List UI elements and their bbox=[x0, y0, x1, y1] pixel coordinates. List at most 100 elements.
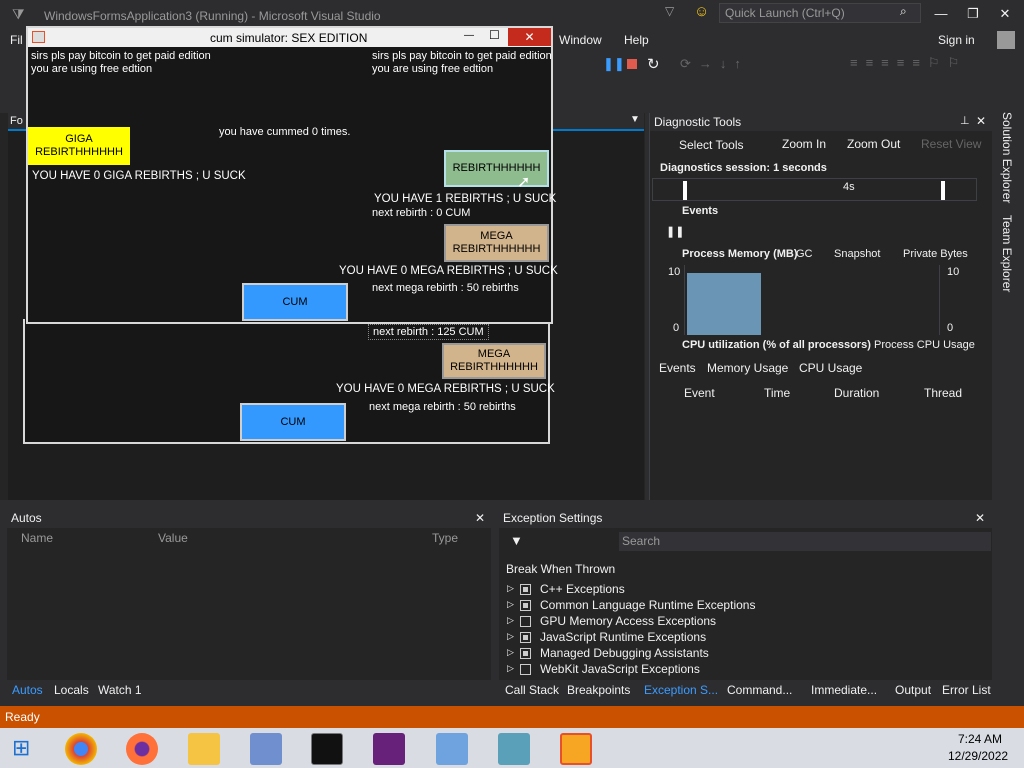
step-icons[interactable]: ⟳→↓↑ bbox=[680, 56, 749, 72]
exception-search-input[interactable]: Search bbox=[619, 532, 991, 551]
zoom-in-button[interactable]: Zoom In bbox=[782, 137, 826, 151]
timeline-start-handle[interactable] bbox=[683, 181, 687, 200]
exception-item[interactable]: ▷ Managed Debugging Assistants bbox=[506, 646, 976, 662]
exception-checkbox[interactable] bbox=[520, 664, 531, 675]
cum-button[interactable]: CUM bbox=[242, 283, 348, 321]
exception-item[interactable]: ▷ WebKit JavaScript Exceptions bbox=[506, 662, 976, 678]
tab-call-stack[interactable]: Call Stack bbox=[505, 683, 559, 697]
form-close-button[interactable]: ✕ bbox=[508, 28, 551, 46]
running-form-icon[interactable] bbox=[560, 733, 592, 765]
format-icons[interactable]: ≡≡≡≡≡⚐⚐ bbox=[850, 55, 967, 71]
blocks-app-icon[interactable] bbox=[498, 733, 530, 765]
cmd-icon[interactable] bbox=[311, 733, 343, 765]
maximize-button[interactable]: ❐ bbox=[958, 4, 988, 24]
form-maximize-button[interactable]: ☐ bbox=[489, 28, 500, 42]
mega-rebirth-button[interactable]: MEGA REBIRTHHHHHH bbox=[444, 224, 549, 262]
exception-item[interactable]: ▷ C++ Exceptions bbox=[506, 582, 976, 598]
col-time[interactable]: Time bbox=[764, 386, 790, 400]
tab-output[interactable]: Output bbox=[895, 683, 931, 697]
col-event[interactable]: Event bbox=[684, 386, 715, 400]
exception-checkbox[interactable] bbox=[520, 632, 531, 643]
status-bar: Ready bbox=[0, 706, 1024, 728]
exception-filter-icon[interactable]: ▼ bbox=[510, 533, 523, 548]
tab-immediate[interactable]: Immediate... bbox=[811, 683, 877, 697]
vs-window-title: WindowsFormsApplication3 (Running) - Mic… bbox=[44, 9, 381, 23]
diag-tab-cpu[interactable]: CPU Usage bbox=[799, 361, 862, 375]
events-pause-icon[interactable]: ❚❚ bbox=[666, 225, 684, 238]
file-explorer-icon[interactable] bbox=[188, 733, 220, 765]
giga-rebirth-button[interactable]: GIGA REBIRTHHHHHH bbox=[28, 127, 130, 165]
team-explorer-tab[interactable]: Team Explorer bbox=[1000, 215, 1014, 292]
sign-in-link[interactable]: Sign in bbox=[938, 33, 975, 47]
menu-window[interactable]: Window bbox=[559, 33, 602, 47]
tab-exception-settings[interactable]: Exception S... bbox=[644, 683, 718, 697]
close-button[interactable]: ✕ bbox=[990, 4, 1020, 24]
timeline-end-handle[interactable] bbox=[941, 181, 945, 200]
tab-dropdown-icon[interactable]: ▼ bbox=[630, 114, 640, 125]
diag-tab-events[interactable]: Events bbox=[659, 361, 696, 375]
expand-arrow-icon[interactable]: ▷ bbox=[507, 631, 514, 642]
keyboard-icon[interactable] bbox=[250, 733, 282, 765]
exception-checkbox[interactable] bbox=[520, 616, 531, 627]
exception-close-icon[interactable]: ✕ bbox=[975, 508, 985, 528]
quick-launch-input[interactable]: Quick Launch (Ctrl+Q) bbox=[719, 3, 921, 23]
minimize-button[interactable]: — bbox=[926, 4, 956, 24]
chrome-icon[interactable] bbox=[65, 733, 97, 765]
exception-label: JavaScript Runtime Exceptions bbox=[540, 630, 707, 644]
cum-button-back[interactable]: CUM bbox=[240, 403, 346, 441]
mega-rebirth-button-back[interactable]: MEGA REBIRTHHHHHH bbox=[442, 343, 546, 379]
tab-error-list[interactable]: Error List bbox=[942, 683, 991, 697]
visual-studio-icon[interactable] bbox=[373, 733, 405, 765]
start-windows-icon[interactable]: ⊞ bbox=[12, 735, 30, 761]
tab-locals[interactable]: Locals bbox=[54, 683, 89, 697]
autos-close-icon[interactable]: ✕ bbox=[475, 508, 485, 528]
break-when-thrown-header: Break When Thrown bbox=[506, 562, 616, 576]
expand-arrow-icon[interactable]: ▷ bbox=[507, 583, 514, 594]
diag-close-icon[interactable]: ✕ bbox=[976, 114, 986, 128]
select-tools-button[interactable]: Select Tools bbox=[679, 138, 743, 152]
reset-view-button[interactable]: Reset View bbox=[921, 137, 981, 151]
zoom-out-button[interactable]: Zoom Out bbox=[847, 137, 900, 151]
stop-icon[interactable] bbox=[627, 59, 637, 69]
restart-icon[interactable]: ↻ bbox=[647, 55, 660, 73]
memory-axis-min-right: 0 bbox=[947, 322, 954, 334]
pause-icon[interactable]: ❚❚ bbox=[603, 56, 625, 72]
account-icon[interactable] bbox=[997, 31, 1015, 49]
col-thread[interactable]: Thread bbox=[924, 386, 962, 400]
col-duration[interactable]: Duration bbox=[834, 386, 879, 400]
exception-checkbox[interactable] bbox=[520, 584, 531, 595]
exception-checkbox[interactable] bbox=[520, 648, 531, 659]
diag-session-label: Diagnostics session: 1 seconds bbox=[660, 162, 827, 174]
menu-help[interactable]: Help bbox=[624, 33, 649, 47]
feedback-smiley-icon[interactable]: ☺ bbox=[694, 3, 709, 20]
diag-tab-memory[interactable]: Memory Usage bbox=[707, 361, 788, 375]
rebirth-button[interactable]: REBIRTHHHHHH bbox=[444, 150, 549, 187]
giga-count-label: YOU HAVE 0 GIGA REBIRTHS ; U SUCK bbox=[32, 170, 246, 182]
tab-watch1[interactable]: Watch 1 bbox=[98, 683, 142, 697]
promo-left-line1: sirs pls pay bitcoin to get paid edition bbox=[31, 50, 211, 62]
memory-chart-area bbox=[687, 273, 761, 335]
memory-axis-max-left: 10 bbox=[668, 266, 681, 278]
diagnostic-tools-title: Diagnostic Tools bbox=[654, 115, 742, 129]
timeline-track[interactable]: 4s bbox=[652, 178, 977, 201]
menu-file[interactable]: Fil bbox=[10, 33, 23, 47]
expand-arrow-icon[interactable]: ▷ bbox=[507, 647, 514, 658]
autos-col-name: Name bbox=[21, 531, 54, 545]
filter-icon[interactable]: ▽ bbox=[665, 4, 674, 18]
form-minimize-button[interactable]: — bbox=[464, 30, 474, 41]
expand-arrow-icon[interactable]: ▷ bbox=[507, 615, 514, 626]
solution-explorer-tab[interactable]: Solution Explorer bbox=[1000, 112, 1014, 203]
timeline-tick-label: 4s bbox=[843, 181, 855, 193]
exception-checkbox[interactable] bbox=[520, 600, 531, 611]
exception-item[interactable]: ▷ GPU Memory Access Exceptions bbox=[506, 614, 976, 630]
firefox-icon[interactable] bbox=[126, 733, 158, 765]
exception-item[interactable]: ▷ Common Language Runtime Exceptions bbox=[506, 598, 976, 614]
tab-autos[interactable]: Autos bbox=[12, 683, 43, 697]
tab-breakpoints[interactable]: Breakpoints bbox=[567, 683, 630, 697]
exception-item[interactable]: ▷ JavaScript Runtime Exceptions bbox=[506, 630, 976, 646]
expand-arrow-icon[interactable]: ▷ bbox=[507, 663, 514, 674]
pin-icon[interactable]: ⊥ bbox=[960, 114, 970, 127]
network-people-icon[interactable] bbox=[436, 733, 468, 765]
expand-arrow-icon[interactable]: ▷ bbox=[507, 599, 514, 610]
tab-command[interactable]: Command... bbox=[727, 683, 792, 697]
